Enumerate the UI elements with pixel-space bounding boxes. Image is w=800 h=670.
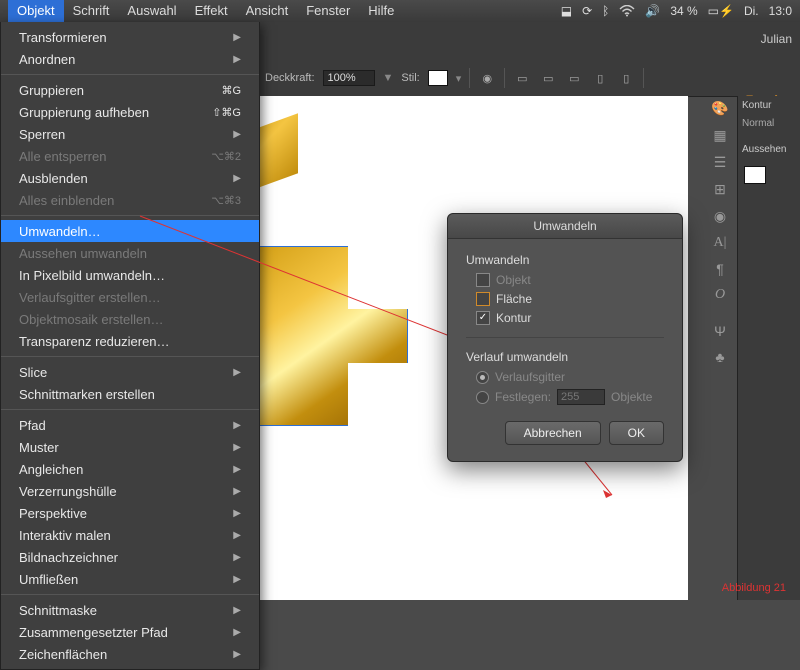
checkbox-kontur[interactable] [476, 311, 490, 325]
menu-item-objektmosaik-erstellen-: Objektmosaik erstellen… [1, 308, 259, 330]
cancel-button[interactable]: Abbrechen [505, 421, 601, 445]
opt-objekt: Objekt [476, 273, 664, 287]
menu-item-ausblenden[interactable]: Ausblenden▶ [1, 167, 259, 189]
menu-fenster[interactable]: Fenster [297, 0, 359, 22]
checkbox-flaeche[interactable] [476, 292, 490, 306]
umwandeln-dialog: Umwandeln Umwandeln Objekt Fläche Kontur… [447, 213, 683, 462]
clock-time: 13:0 [769, 4, 792, 18]
checkbox-objekt [476, 273, 490, 287]
para-icon[interactable]: ¶ [716, 261, 724, 277]
menu-auswahl[interactable]: Auswahl [118, 0, 185, 22]
align-icon-2[interactable]: ▭ [539, 69, 557, 87]
color-icon[interactable]: 🎨 [711, 100, 728, 117]
ok-button[interactable]: OK [609, 421, 664, 445]
figure-caption: Abbildung 21 [722, 582, 786, 594]
menu-item-gruppierung-aufheben[interactable]: Gruppierung aufheben⇧⌘G [1, 101, 259, 123]
menu-item-transparenz-reduzieren-[interactable]: Transparenz reduzieren… [1, 330, 259, 352]
blend-mode[interactable]: Normal [742, 118, 774, 129]
swatches-icon[interactable]: ▦ [713, 127, 726, 144]
align-icon-1[interactable]: ▭ [513, 69, 531, 87]
menu-item-muster[interactable]: Muster▶ [1, 436, 259, 458]
menu-hilfe[interactable]: Hilfe [359, 0, 403, 22]
opacity-label: Deckkraft: [265, 72, 315, 84]
menu-item-alles-einblenden: Alles einblenden⌥⌘3 [1, 189, 259, 211]
menu-item-aussehen-umwandeln: Aussehen umwandeln [1, 242, 259, 264]
volume-icon[interactable]: 🔊 [645, 4, 660, 18]
menu-schrift[interactable]: Schrift [64, 0, 119, 22]
opentype-icon[interactable]: O [715, 287, 725, 303]
menu-item-zeichenfl-chen[interactable]: Zeichenflächen▶ [1, 643, 259, 665]
dropbox-icon[interactable]: ⬓ [561, 4, 572, 18]
dialog-title: Umwandeln [448, 214, 682, 239]
opt-kontur[interactable]: Kontur [476, 311, 664, 325]
opacity-input[interactable] [323, 70, 375, 86]
stroke-icon[interactable]: ☰ [714, 154, 727, 171]
menu-item-verlaufsgitter-erstellen-: Verlaufsgitter erstellen… [1, 286, 259, 308]
artboard-icon[interactable]: ⊞ [714, 181, 726, 198]
eye-icon[interactable]: ◉ [714, 208, 726, 225]
menu-item-in-pixelbild-umwandeln-[interactable]: In Pixelbild umwandeln… [1, 264, 259, 286]
menu-item-pfad[interactable]: Pfad▶ [1, 414, 259, 436]
battery-icon[interactable]: ▭⚡ [708, 4, 734, 18]
menu-item-schnittmaske[interactable]: Schnittmaske▶ [1, 599, 259, 621]
menu-item-perspektive[interactable]: Perspektive▶ [1, 502, 259, 524]
user-name: Julian [761, 32, 792, 46]
specify-input [557, 389, 605, 405]
menu-item-schnittmarken-erstellen[interactable]: Schnittmarken erstellen [1, 383, 259, 405]
menu-item-alle-entsperren: Alle entsperren⌥⌘2 [1, 145, 259, 167]
bluetooth-icon[interactable]: ᛒ [602, 4, 609, 18]
panel-aussehen[interactable]: Aussehen [742, 144, 786, 155]
style-label: Stil: [401, 72, 419, 84]
dialog-section-gradient: Verlauf umwandeln [466, 350, 664, 364]
align-icon-5[interactable]: ▯ [617, 69, 635, 87]
menu-item-sperren[interactable]: Sperren▶ [1, 123, 259, 145]
side-toolbar: 🎨 ▦ ☰ ⊞ ◉ A| ¶ O Ψ ♣ [706, 100, 734, 365]
align-icon-3[interactable]: ▭ [565, 69, 583, 87]
menu-item-bildnachzeichner[interactable]: Bildnachzeichner▶ [1, 546, 259, 568]
opt-specify: Festlegen: Objekte [476, 389, 664, 405]
sync-icon[interactable]: ⟳ [582, 4, 592, 18]
menu-item-umwandeln-[interactable]: Umwandeln… [1, 220, 259, 242]
globe-icon[interactable]: ◉ [478, 69, 496, 87]
menubar: Objekt Schrift Auswahl Effekt Ansicht Fe… [0, 0, 800, 22]
menu-item-verzerrungsh-lle[interactable]: Verzerrungshülle▶ [1, 480, 259, 502]
align-icon-4[interactable]: ▯ [591, 69, 609, 87]
system-tray: ⬓ ⟳ ᛒ 🔊 34 % ▭⚡ Di. 13:0 [561, 4, 792, 18]
menu-item-umflie-en[interactable]: Umfließen▶ [1, 568, 259, 590]
wifi-icon[interactable] [619, 5, 635, 17]
menu-item-gruppieren[interactable]: Gruppieren⌘G [1, 79, 259, 101]
menu-objekt[interactable]: Objekt [8, 0, 64, 22]
cloud-icon[interactable]: ♣ [715, 349, 724, 365]
opt-flaeche[interactable]: Fläche [476, 292, 664, 306]
menu-item-anordnen[interactable]: Anordnen▶ [1, 48, 259, 70]
dialog-section-expand: Umwandeln [466, 253, 664, 267]
opt-mesh: Verlaufsgitter [476, 370, 664, 384]
radio-mesh [476, 371, 489, 384]
menu-effekt[interactable]: Effekt [186, 0, 237, 22]
menu-ansicht[interactable]: Ansicht [237, 0, 298, 22]
menu-item-slice[interactable]: Slice▶ [1, 361, 259, 383]
menu-item-zusammengesetzter-pfad[interactable]: Zusammengesetzter Pfad▶ [1, 621, 259, 643]
type-icon[interactable]: A| [714, 235, 727, 251]
clock-day: Di. [744, 4, 759, 18]
menu-item-transformieren[interactable]: Transformieren▶ [1, 26, 259, 48]
style-swatch[interactable] [428, 70, 448, 86]
battery-percent: 34 % [670, 4, 697, 18]
objekt-dropdown: Transformieren▶Anordnen▶ Gruppieren⌘GGrup… [0, 22, 260, 670]
fill-swatch[interactable] [744, 166, 766, 184]
panel-kontur[interactable]: Kontur [742, 100, 771, 111]
menu-item-interaktiv-malen[interactable]: Interaktiv malen▶ [1, 524, 259, 546]
link-icon[interactable]: Ψ [714, 323, 726, 339]
radio-specify [476, 391, 489, 404]
right-panels: Kontur Normal Aussehen [737, 96, 800, 600]
gold-letter[interactable] [258, 246, 408, 426]
menu-item-angleichen[interactable]: Angleichen▶ [1, 458, 259, 480]
